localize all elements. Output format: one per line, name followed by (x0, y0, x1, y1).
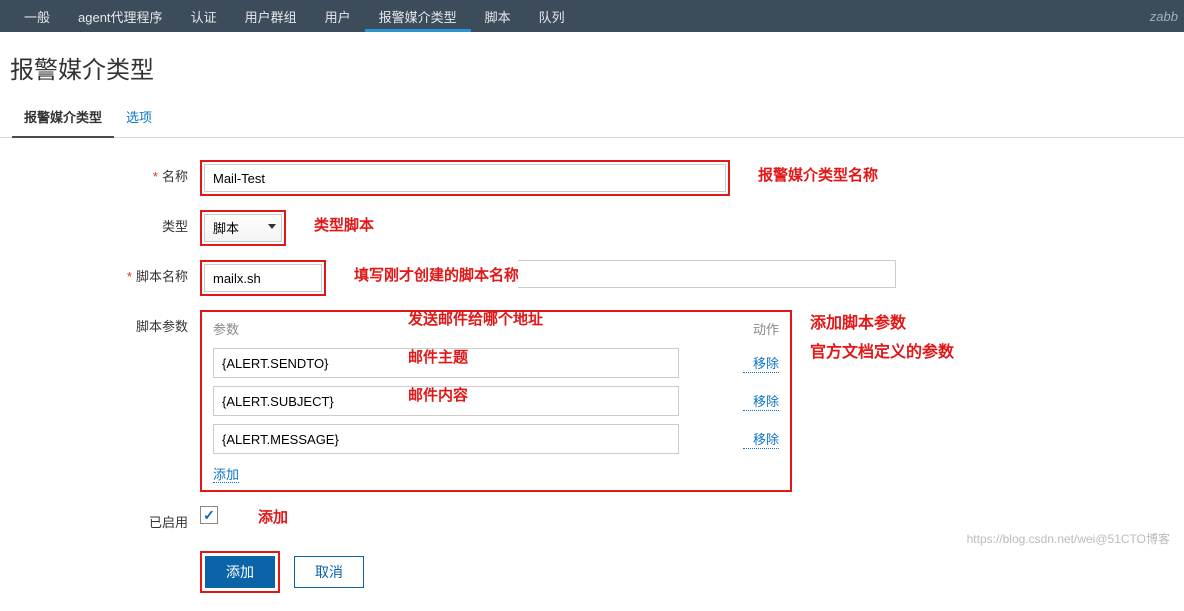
name-annotation: 报警媒介类型名称 (758, 160, 878, 185)
cancel-button[interactable]: 取消 (294, 556, 364, 588)
param-remove-0[interactable]: 移除 (743, 353, 779, 373)
param-row: 移除 (205, 382, 787, 420)
tab-options[interactable]: 选项 (114, 99, 164, 137)
param-row: 移除 (205, 344, 787, 382)
scriptname-annotation: 填写刚才创建的脚本名称 (354, 260, 519, 285)
type-annotation: 类型脚本 (314, 210, 374, 235)
name-input[interactable] (204, 164, 726, 192)
param-remove-1[interactable]: 移除 (743, 391, 779, 411)
param0-annotation: 发送邮件给哪个地址 (408, 308, 543, 329)
watermark: https://blog.csdn.net/wei@51CTO博客 (967, 530, 1170, 547)
name-label: *名称 (0, 160, 200, 185)
param-remove-2[interactable]: 移除 (743, 429, 779, 449)
scriptname-input[interactable] (204, 264, 322, 292)
param-input-2[interactable] (213, 424, 679, 454)
params-label: 脚本参数 (0, 310, 200, 335)
nav-general[interactable]: 一般 (10, 0, 64, 32)
top-nav: 一般 agent代理程序 认证 用户群组 用户 报警媒介类型 脚本 队列 zab… (0, 0, 1184, 32)
nav-usergroups[interactable]: 用户群组 (231, 0, 311, 32)
nav-auth[interactable]: 认证 (177, 0, 231, 32)
params-annotation: 添加脚本参数 官方文档定义的参数 (810, 310, 954, 368)
scriptname-input-extend[interactable] (518, 260, 896, 288)
nav-scripts[interactable]: 脚本 (471, 0, 525, 32)
nav-mediatypes[interactable]: 报警媒介类型 (365, 0, 471, 32)
param1-annotation: 邮件主题 (408, 346, 468, 367)
param-row: 移除 (205, 420, 787, 458)
type-label: 类型 (0, 210, 200, 235)
param-add-link[interactable]: 添加 (213, 467, 239, 483)
page-title: 报警媒介类型 (0, 32, 1184, 99)
nav-users[interactable]: 用户 (311, 0, 365, 32)
nav-agent[interactable]: agent代理程序 (64, 0, 177, 32)
add-annotation: 添加 (258, 506, 288, 527)
scriptname-label: *脚本名称 (0, 260, 200, 285)
params-box: 参数 动作 移除 移除 移除 (205, 315, 787, 487)
params-header-action: 动作 (753, 319, 779, 338)
param2-annotation: 邮件内容 (408, 384, 468, 405)
nav-queue[interactable]: 队列 (525, 0, 579, 32)
add-button[interactable]: 添加 (205, 556, 275, 588)
enabled-checkbox[interactable] (200, 506, 218, 524)
tab-mediatype[interactable]: 报警媒介类型 (12, 99, 114, 138)
tabs: 报警媒介类型 选项 (0, 99, 1184, 138)
type-select[interactable]: 脚本 (204, 214, 282, 242)
brand-text: zabb (1150, 9, 1184, 24)
enabled-label: 已启用 (0, 506, 200, 531)
